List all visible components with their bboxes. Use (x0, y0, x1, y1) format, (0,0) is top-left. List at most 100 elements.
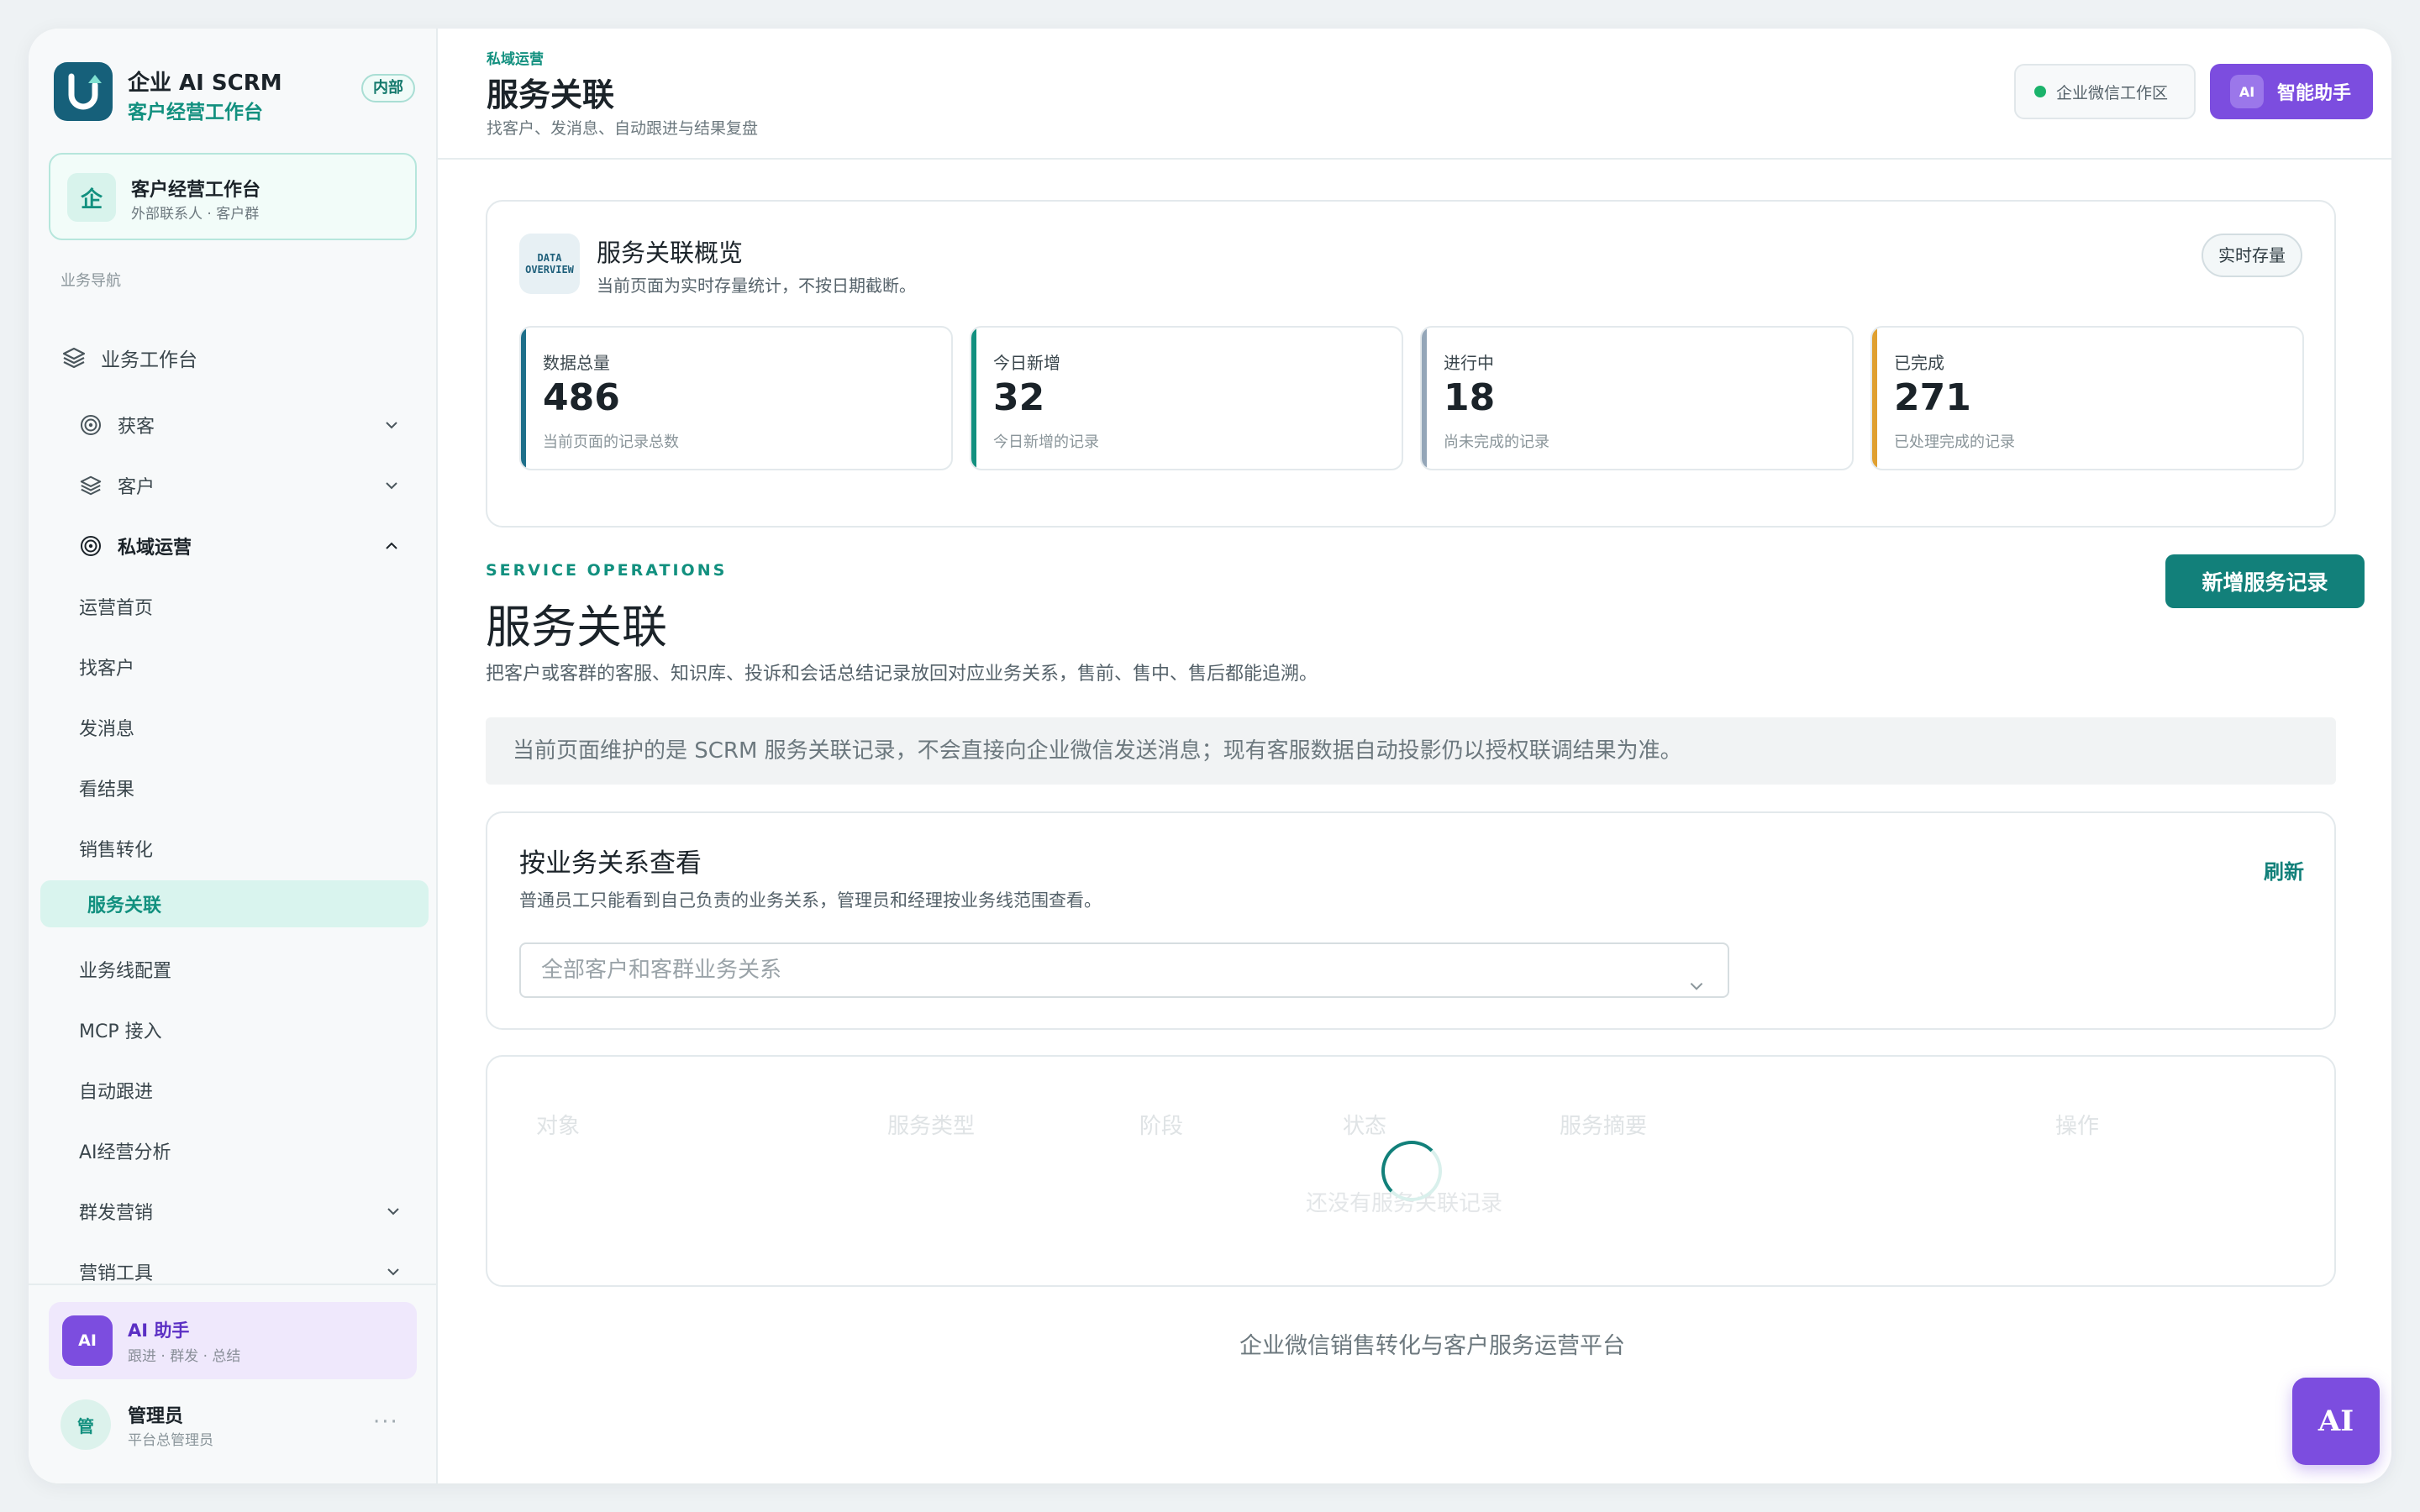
smart-assistant-button[interactable]: AI 智能助手 (2210, 64, 2373, 119)
chevron-down-icon (385, 1263, 402, 1285)
ai-assistant-title: AI 助手 (128, 1320, 190, 1341)
sidebar-item-ai-analysis[interactable]: AI经营分析 (79, 1127, 435, 1174)
add-service-record-button[interactable]: 新增服务记录 (2165, 554, 2365, 608)
sidebar-item-auto-followup[interactable]: 自动跟进 (79, 1067, 435, 1114)
filter-card: 按业务关系查看 普通员工只能看到自己负责的业务关系，管理员和经理按业务线范围查看… (486, 811, 2336, 1030)
stat-note: 今日新增的记录 (993, 433, 1099, 451)
stat-note: 尚未完成的记录 (1444, 433, 1549, 451)
column-header[interactable]: 服务类型 (887, 1109, 975, 1140)
workspace-pill[interactable]: 企业微信工作区 (2014, 64, 2196, 119)
workspace-card[interactable]: 企 客户经营工作台 外部联系人 · 客户群 (49, 153, 417, 240)
target-icon (77, 412, 104, 438)
footer-text: 企业微信销售转化与客户服务运营平台 (1239, 1333, 1625, 1359)
chevron-down-icon (383, 477, 400, 499)
sidebar-item-private-domain[interactable]: 私域运营 (77, 522, 434, 570)
sidebar-item-view-results[interactable]: 看结果 (79, 764, 435, 811)
sidebar-item-business-workbench[interactable]: 业务工作台 (60, 334, 417, 381)
brand[interactable]: 企业 AI SCRM 客户经营工作台 内部 (54, 62, 415, 129)
stat-accent-bar (521, 328, 526, 469)
stat-label: 进行中 (1444, 353, 1494, 373)
section-title: 服务关联 (486, 601, 667, 654)
sidebar-item-customer[interactable]: 客户 (77, 462, 434, 509)
workspace-subtitle: 外部联系人 · 客户群 (131, 206, 260, 223)
column-header[interactable]: 对象 (536, 1109, 580, 1140)
floating-ai-button[interactable]: AI (2292, 1378, 2380, 1465)
stat-value: 271 (1894, 376, 1971, 419)
stat-accent-bar (971, 328, 976, 469)
ai-assistant-subtitle: 跟进 · 群发 · 总结 (128, 1348, 241, 1365)
sidebar-item-send-message[interactable]: 发消息 (79, 704, 435, 751)
stat-label: 今日新增 (993, 353, 1060, 373)
overview-subtitle: 当前页面为实时存量统计，不按日期截断。 (597, 276, 916, 296)
layers-icon (77, 472, 104, 499)
stat-value: 486 (543, 376, 620, 419)
sidebar-item-label: 客户 (118, 477, 155, 498)
chevron-down-icon (383, 417, 400, 438)
sidebar-item-label: MCP 接入 (79, 1021, 162, 1042)
sidebar-item-ops-home[interactable]: 运营首页 (79, 583, 435, 630)
sidebar-item-label: 业务线配置 (79, 961, 172, 982)
icon-text: DATA (537, 252, 562, 264)
overview-card: DATA OVERVIEW 服务关联概览 当前页面为实时存量统计，不按日期截断。… (486, 200, 2336, 528)
workspace-title: 客户经营工作台 (131, 180, 261, 201)
brand-logo-icon (54, 62, 113, 121)
filter-title: 按业务关系查看 (519, 848, 702, 879)
sidebar-item-business-line-config[interactable]: 业务线配置 (79, 946, 435, 993)
stat-label: 已完成 (1894, 353, 1944, 373)
status-dot-icon (2034, 86, 2046, 97)
column-header[interactable]: 状态 (1343, 1109, 1386, 1140)
chevron-up-icon (383, 538, 400, 559)
ai-badge-icon: AI (62, 1315, 113, 1366)
stat-value: 32 (993, 376, 1045, 419)
chevron-down-icon (385, 1203, 402, 1225)
section-eyebrow: SERVICE OPERATIONS (486, 561, 728, 580)
column-header[interactable]: 服务摘要 (1560, 1109, 1647, 1140)
stat-accent-bar (1422, 328, 1427, 469)
sidebar-item-label: AI经营分析 (79, 1142, 171, 1163)
sidebar-item-mass-marketing[interactable]: 群发营销 (79, 1188, 417, 1235)
stat-card-new-today: 今日新增 32 今日新增的记录 (970, 326, 1403, 470)
select-value: 全部客户和客群业务关系 (541, 958, 782, 983)
brand-title: 企业 AI SCRM (128, 71, 282, 96)
loading-spinner-icon (1381, 1141, 1442, 1201)
service-table: 对象 服务类型 阶段 状态 服务摘要 操作 还没有服务关联记录 (486, 1055, 2336, 1287)
sidebar-item-acquisition[interactable]: 获客 (77, 402, 434, 449)
sidebar-item-label: 私域运营 (118, 538, 192, 559)
column-header[interactable]: 操作 (2055, 1109, 2099, 1140)
page-title: 服务关联 (487, 76, 615, 113)
breadcrumb[interactable]: 私域运营 (487, 47, 544, 68)
sidebar-item-find-customer[interactable]: 找客户 (79, 643, 435, 690)
business-relation-select[interactable]: 全部客户和客群业务关系 (519, 942, 1729, 998)
data-overview-icon: DATA OVERVIEW (519, 234, 580, 294)
sidebar-item-sales-conversion[interactable]: 销售转化 (79, 825, 435, 872)
page-subtitle: 找客户、发消息、自动跟进与结果复盘 (487, 119, 759, 138)
avatar[interactable]: 管 (60, 1399, 111, 1450)
target-icon (77, 533, 104, 559)
sidebar-item-label: 群发营销 (79, 1203, 154, 1224)
section-description: 把客户或客群的客服、知识库、投诉和会话总结记录放回对应业务关系，售前、售中、售后… (486, 664, 1318, 685)
stat-accent-bar (1872, 328, 1877, 469)
sidebar-item-service-link[interactable]: 服务关联 (40, 880, 429, 927)
overview-title: 服务关联概览 (597, 239, 744, 267)
sidebar-item-label: 业务工作台 (101, 349, 197, 371)
chevron-down-icon (1687, 963, 1706, 1015)
stat-label: 数据总量 (543, 353, 610, 373)
sidebar-item-label: 看结果 (79, 780, 135, 801)
ai-badge-icon: AI (2230, 75, 2264, 108)
sidebar-item-mcp[interactable]: MCP 接入 (79, 1006, 435, 1053)
more-icon[interactable]: ··· (373, 1410, 399, 1435)
sidebar-item-label: 自动跟进 (79, 1082, 154, 1103)
refresh-button[interactable]: 刷新 (2264, 855, 2304, 885)
brand-subtitle: 客户经营工作台 (128, 102, 263, 123)
ai-assistant-card[interactable]: AI AI 助手 跟进 · 群发 · 总结 (49, 1302, 417, 1379)
stat-note: 当前页面的记录总数 (543, 433, 679, 451)
column-header[interactable]: 阶段 (1139, 1109, 1183, 1140)
notice-banner: 当前页面维护的是 SCRM 服务关联记录，不会直接向企业微信发送消息；现有客服数… (486, 717, 2336, 785)
smart-assistant-label: 智能助手 (2277, 83, 2352, 104)
user-name: 管理员 (128, 1406, 184, 1427)
stat-value: 18 (1444, 376, 1496, 419)
internal-badge: 内部 (361, 74, 415, 102)
sidebar-item-label: 服务关联 (87, 895, 162, 916)
stat-note: 已处理完成的记录 (1894, 433, 2015, 451)
user-role: 平台总管理员 (128, 1432, 213, 1449)
